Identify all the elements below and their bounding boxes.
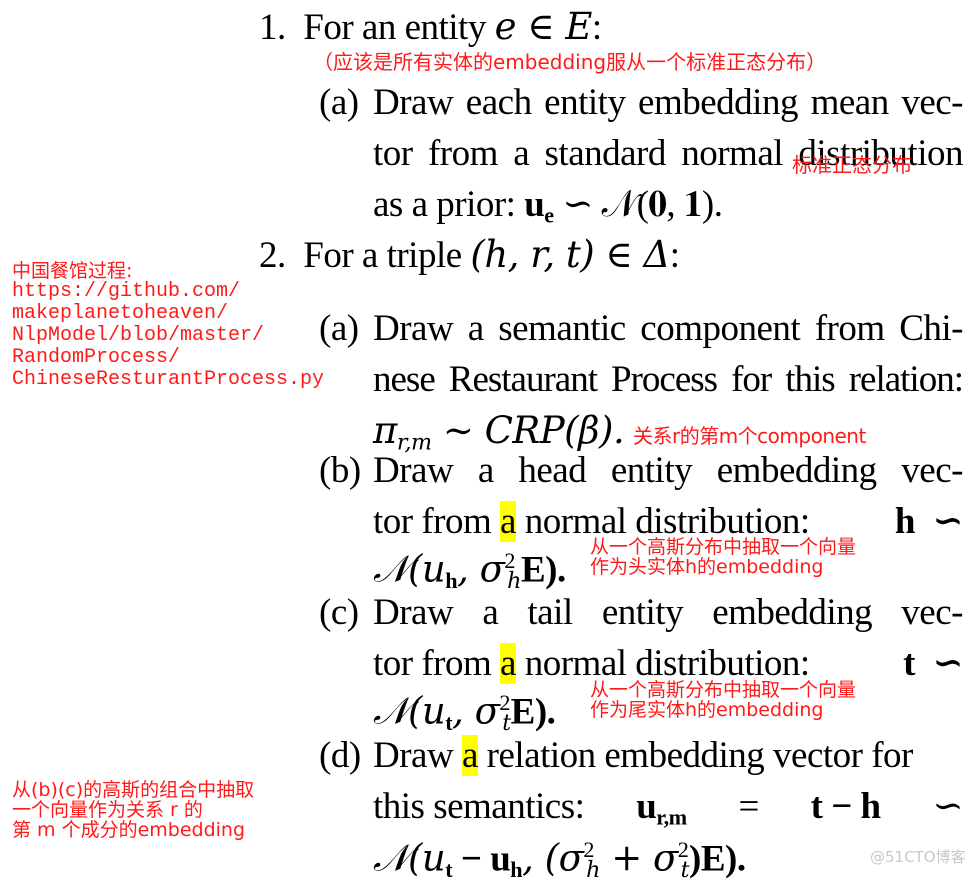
- step2d-u-sub: r,m: [656, 804, 687, 830]
- crp-link-line5[interactable]: ChineseResturantProcess.py: [12, 369, 324, 391]
- word: Draw: [373, 592, 454, 633]
- step1-heading: 1. For an entity e ∈ E:: [259, 8, 602, 46]
- step2a-line1: Draw a semantic component from Chi-: [373, 308, 964, 349]
- step2a-label: (a): [319, 308, 359, 349]
- step2d-pre: Draw: [373, 735, 462, 776]
- crp-link-line4[interactable]: RandomProcess/: [12, 347, 324, 369]
- step1a-math-sub: e: [544, 202, 554, 228]
- step2d-end: )E).: [689, 838, 746, 880]
- step2b-normal: 𝒩(u: [373, 547, 446, 591]
- step2d-sigma1: , (σ: [522, 836, 584, 880]
- highlighted-word: a: [500, 643, 516, 684]
- step2d-eq: =: [738, 786, 759, 827]
- step2c-post: normal distribution:: [515, 643, 810, 684]
- step2a-annotation: 关系r的第m个component: [632, 424, 866, 448]
- step2d-annotation-line3: 第 m 个成分的embedding: [12, 819, 246, 841]
- step2a-pi: π: [373, 409, 397, 452]
- step2d-minus: − u: [452, 838, 511, 880]
- step2d-line2: this semantics: ur,m = t − h ∽: [373, 788, 963, 829]
- step2d-rhs: t − h: [810, 786, 881, 827]
- step2d-label: (d): [319, 735, 361, 776]
- step2d-sim: ∽: [932, 786, 963, 827]
- word: tail: [527, 592, 573, 633]
- step2a-body: Draw a semantic component from Chi- nese…: [373, 308, 964, 454]
- step2b-sigma: , σ: [457, 547, 505, 591]
- step2d-u: u: [636, 786, 657, 827]
- step2c-annotation-line2: 作为尾实体h的embedding: [590, 699, 824, 721]
- highlighted-word: a: [500, 501, 516, 542]
- crp-link-line3[interactable]: NlpModel/blob/master/: [12, 325, 324, 347]
- step1-label: 1.: [259, 7, 286, 48]
- step2c-line2: tor from a normal distribution: t ∽: [373, 643, 963, 684]
- crp-side-annotation: 中国餐馆过程: https://github.com/ makeplanetoh…: [12, 261, 324, 391]
- word: vec-: [901, 592, 963, 633]
- step2b-math-h: h ∽: [894, 501, 964, 542]
- step1a-math-u: u: [524, 184, 545, 225]
- step1-text: For an entity: [303, 7, 495, 48]
- step2b-pre: tor from: [373, 501, 501, 542]
- word: entity: [610, 450, 693, 491]
- word: embedding: [716, 450, 877, 491]
- step2b-label: (b): [319, 450, 361, 491]
- step2d-sub1: h: [586, 856, 600, 883]
- step2a-line2: nese Restaurant Process for this relatio…: [373, 359, 964, 400]
- step2c-line1: Draw a tail entity embedding vec-: [373, 594, 963, 631]
- word: vec-: [901, 450, 963, 491]
- highlighted-word: a: [461, 735, 478, 776]
- step1a-prior-text: as a prior:: [373, 184, 525, 225]
- step1a-math-rest: ∽ 𝒩(𝟎, 𝟏).: [553, 184, 723, 225]
- step1a-annotation: 标准正态分布: [792, 153, 912, 177]
- step2d-sub-h: h: [510, 856, 523, 882]
- step2-text: For a triple: [303, 235, 471, 276]
- step1-math: e ∈ E: [494, 5, 593, 48]
- step1a-label: (a): [319, 82, 359, 123]
- step2d-semantics: this semantics:: [373, 786, 585, 827]
- word: a: [477, 450, 494, 491]
- step2b-annotation: 从一个高斯分布中抽取一个向量 作为头实体h的embedding: [590, 537, 856, 577]
- word: entity: [601, 592, 684, 633]
- step1-colon: :: [591, 7, 602, 48]
- step1a-line1: Draw each entity embedding mean vec-: [373, 82, 964, 123]
- step2c-end: E).: [510, 691, 556, 733]
- step1-annotation: （应该是所有实体的embedding服从一个标准正态分布）: [313, 50, 827, 74]
- crp-link-line1[interactable]: https://github.com/: [12, 281, 324, 303]
- step2d-annotation-line1: 从(b)(c)的高斯的组合中抽取: [12, 779, 255, 801]
- word: Draw: [373, 450, 454, 491]
- step2d-sub2: t: [680, 856, 690, 883]
- step2d-line1: Draw a relation embedding vector for: [373, 735, 963, 776]
- step2-math: (h, r, t) ∈ Δ: [470, 233, 670, 276]
- step2a-crp: ∼ CRP(β).: [431, 409, 625, 452]
- step2c-sigma: , σ: [452, 689, 500, 733]
- step2d-normal: 𝒩(u: [373, 836, 446, 880]
- crp-link-line2[interactable]: makeplanetoheaven/: [12, 303, 324, 325]
- step2c-math-t: t ∽: [903, 643, 963, 684]
- step2b-line2: tor from a normal distribution: h ∽: [373, 501, 964, 542]
- word: embedding: [712, 592, 873, 633]
- crp-annotation-title: 中国餐馆过程:: [12, 260, 133, 282]
- step2b-sub2: h: [507, 567, 521, 594]
- step2d-sigma2: + σ: [599, 836, 678, 880]
- step2-colon: :: [669, 235, 680, 276]
- step2b-annotation-line2: 作为头实体h的embedding: [590, 556, 824, 578]
- word: a: [482, 592, 499, 633]
- step2b-sub: h: [445, 567, 458, 593]
- step2c-label: (c): [319, 592, 359, 633]
- step2d-post: relation embedding vector for: [477, 735, 914, 776]
- step2b-annotation-line1: 从一个高斯分布中抽取一个向量: [590, 536, 857, 558]
- step2c-annotation: 从一个高斯分布中抽取一个向量 作为尾实体h的embedding: [590, 680, 856, 720]
- word: head: [518, 450, 587, 491]
- step2b-end: E).: [520, 549, 566, 591]
- step2b-line1: Draw a head entity embedding vec-: [373, 452, 963, 489]
- step2d-annotation-line2: 一个向量作为关系 r 的: [12, 799, 203, 821]
- step2a-line3: πr,m ∼ CRP(β). 关系r的第m个component: [373, 412, 963, 454]
- step2c-annotation-line1: 从一个高斯分布中抽取一个向量: [590, 679, 857, 701]
- watermark: @51CTO博客: [870, 848, 966, 866]
- step1a-line3: as a prior: ue ∽ 𝒩(𝟎, 𝟏).: [373, 186, 963, 227]
- step2c-normal: 𝒩(u: [373, 689, 446, 733]
- step2c-pre: tor from: [373, 643, 501, 684]
- step2d-side-annotation: 从(b)(c)的高斯的组合中抽取 一个向量作为关系 r 的 第 m 个成分的em…: [12, 780, 254, 840]
- step2c-sub2: t: [502, 709, 511, 736]
